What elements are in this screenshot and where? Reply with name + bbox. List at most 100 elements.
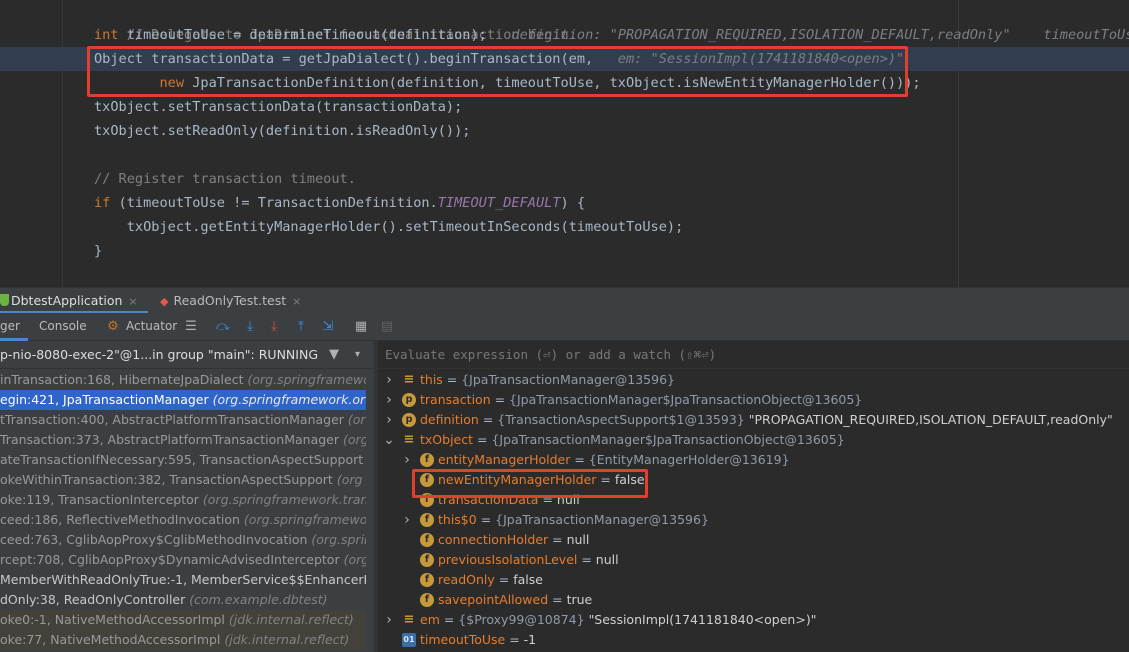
variable-text: readOnly = false — [438, 572, 543, 587]
code-text: txObject.setTransactionData(transactionD… — [94, 99, 463, 115]
variable-value: null — [566, 532, 590, 547]
variable-name: connectionHolder — [438, 532, 549, 547]
stack-frame[interactable]: ateTransactionIfNecessary:595, Transacti… — [0, 450, 366, 470]
variable-row[interactable]: f connectionHolder = null — [378, 530, 1129, 550]
inline-debug-value: definition: "PROPAGATION_REQUIRED,ISOLAT… — [511, 27, 1129, 43]
filter-icon[interactable]: ▼ — [329, 347, 339, 362]
stack-frame[interactable]: oke:119, TransactionInterceptor (org.spr… — [0, 490, 366, 510]
thread-selector[interactable]: p-nio-8080-exec-2"@1...in group "main": … — [0, 341, 376, 369]
force-step-into-icon[interactable]: ⤓ — [266, 319, 282, 335]
frame-method: oke:119, TransactionInterceptor — [0, 492, 199, 507]
junit-icon: ◆ — [160, 295, 169, 308]
tab-read-only-test[interactable]: ◆ ReadOnlyTest.test × — [160, 288, 301, 314]
chevron-down-icon[interactable]: ▾ — [355, 349, 360, 360]
chevron-right-icon[interactable]: › — [401, 510, 413, 530]
step-out-icon[interactable]: ⤒ — [293, 319, 309, 335]
variable-row[interactable]: › p definition = {TransactionAspectSupport… — [378, 410, 1129, 430]
variable-row[interactable]: f readOnly = false — [378, 570, 1129, 590]
stack-frame[interactable]: oke0:-1, NativeMethodAccessorImpl (jdk.i… — [0, 610, 366, 630]
variable-row[interactable]: › f this$0 = {JpaTransactionManager@13596} — [378, 510, 1129, 530]
frame-package: (org — [343, 552, 366, 567]
variable-row[interactable]: 01 timeoutToUse = -1 — [378, 630, 1129, 650]
variable-name: savepointAllowed — [438, 592, 549, 607]
stack-frame[interactable]: rcept:708, CglibAopProxy$DynamicAdvisedI… — [0, 550, 366, 570]
code-line-6[interactable]: txObject.setReadOnly(definition.isReadOn… — [94, 119, 470, 143]
tab-console[interactable]: Console — [39, 313, 87, 341]
code-comment: // Register transaction timeout. — [94, 171, 356, 187]
parameter-icon: p — [402, 413, 416, 427]
local-variable-icon: ≡ — [403, 372, 415, 387]
code-line-8[interactable]: // Register transaction timeout. — [94, 167, 356, 191]
stack-frame[interactable]: ceed:186, ReflectiveMethodInvocation (or… — [0, 510, 366, 530]
code-keyword: if — [94, 195, 111, 211]
variable-value: -1 — [523, 632, 537, 647]
frame-method: ceed:186, ReflectiveMethodInvocation — [0, 512, 240, 527]
variable-name: entityManagerHolder — [438, 452, 571, 467]
stack-frame[interactable]: egin:421, JpaTransactionManager (org.spr… — [0, 390, 366, 410]
variable-row[interactable]: › ≡ this = {JpaTransactionManager@13596} — [378, 370, 1129, 390]
chevron-right-icon[interactable]: › — [383, 410, 395, 430]
variable-name: this — [420, 372, 443, 387]
code-editor[interactable]: // Delegate to JpaDialect for actual tra… — [0, 0, 1129, 287]
variable-row[interactable]: ⌄ ≡ txObject = {JpaTransactionManager$JpaT… — [378, 430, 1129, 450]
stack-frame[interactable]: ceed:763, CglibAopProxy$CglibMethodInvoc… — [0, 530, 366, 550]
variable-type: {JpaTransactionManager$JpaTransactionObj… — [509, 392, 863, 407]
tab-actuator[interactable]: Actuator — [126, 313, 177, 341]
frame-method: dOnly:38, ReadOnlyController — [0, 592, 186, 607]
layout-icon[interactable]: ☰ — [183, 319, 199, 335]
variable-text: this$0 = {JpaTransactionManager@13596} — [438, 512, 709, 527]
code-line-2[interactable]: int timeoutToUse = determineTimeout(defi… — [94, 23, 1129, 47]
code-keyword: int — [94, 27, 119, 43]
stack-frame[interactable]: tTransaction:400, AbstractPlatformTransa… — [0, 410, 366, 430]
code-line-11[interactable]: } — [94, 239, 102, 263]
stack-frame[interactable]: Transaction:373, AbstractPlatformTransac… — [0, 430, 366, 450]
frame-package: (org — [347, 412, 366, 427]
chevron-down-icon[interactable]: ⌄ — [383, 430, 395, 450]
variable-text: timeoutToUse = -1 — [420, 632, 537, 647]
tab-debugger[interactable]: ger — [0, 313, 28, 341]
frame-method: tTransaction:400, AbstractPlatformTransa… — [0, 412, 344, 427]
code-text: timeoutToUse = determineTimeout(definiti… — [118, 27, 487, 43]
close-icon[interactable]: × — [128, 295, 137, 308]
variable-row[interactable]: f savepointAllowed = true — [378, 590, 1129, 610]
frame-method: inTransaction:168, HibernateJpaDialect — [0, 372, 244, 387]
evaluate-expression-input[interactable]: Evaluate expression (⏎) or add a watch (… — [378, 341, 1129, 369]
variable-name: this$0 — [438, 512, 477, 527]
chevron-right-icon[interactable]: › — [383, 390, 395, 410]
run-to-cursor-icon[interactable]: ⇲ — [320, 319, 336, 335]
stack-frame[interactable]: inTransaction:168, HibernateJpaDialect (… — [0, 370, 366, 390]
chevron-right-icon[interactable]: › — [383, 370, 395, 390]
evaluate-icon[interactable]: ▦ — [353, 319, 369, 335]
step-over-icon[interactable]: ⤼ — [215, 319, 231, 335]
stack-frame[interactable]: okeWithinTransaction:382, TransactionAsp… — [0, 470, 366, 490]
variable-row[interactable]: › f entityManagerHolder = {EntityManagerHo… — [378, 450, 1129, 470]
code-text: ) { — [560, 195, 586, 211]
chevron-right-icon[interactable]: › — [383, 610, 395, 630]
tab-dbtest-application[interactable]: DbtestApplication × — [0, 288, 148, 314]
code-text: txObject.getEntityManagerHolder().setTim… — [126, 219, 684, 235]
code-line-10[interactable]: txObject.getEntityManagerHolder().setTim… — [94, 215, 684, 239]
code-line-1[interactable]: // Delegate to JpaDialect for actual tra… — [94, 0, 577, 43]
field-icon: f — [420, 533, 434, 547]
code-line-5[interactable]: txObject.setTransactionData(transactionD… — [94, 95, 462, 119]
chevron-right-icon[interactable]: › — [401, 450, 413, 470]
frame-method: ceed:763, CglibAopProxy$CglibMethodInvoc… — [0, 532, 308, 547]
variable-type: {JpaTransactionManager@13596} — [461, 372, 675, 387]
stack-frame[interactable]: dOnly:38, ReadOnlyController (com.exampl… — [0, 590, 366, 610]
step-into-icon[interactable]: ⤓ — [242, 319, 258, 335]
variable-row[interactable]: › p transaction = {JpaTransactionManager$J… — [378, 390, 1129, 410]
stack-frame[interactable]: MemberWithReadOnlyTrue:-1, MemberService… — [0, 570, 366, 590]
field-icon: f — [420, 573, 434, 587]
variable-row[interactable]: › ≡ em = {$Proxy99@10874} "SessionImpl(174… — [378, 610, 1129, 630]
variable-row[interactable]: f previousIsolationLevel = null — [378, 550, 1129, 570]
thread-label: p-nio-8080-exec-2"@1...in group "main": … — [0, 347, 319, 362]
variable-text: this = {JpaTransactionManager@13596} — [420, 372, 675, 387]
variable-name: readOnly — [438, 572, 495, 587]
close-icon[interactable]: × — [292, 295, 301, 308]
frame-package: (org.springframewor — [243, 512, 366, 527]
gutter-divider — [62, 0, 63, 287]
variable-name: transaction — [420, 392, 491, 407]
frame-method: MemberWithReadOnlyTrue:-1, MemberService… — [0, 572, 366, 587]
stack-frame[interactable]: oke:77, NativeMethodAccessorImpl (jdk.in… — [0, 630, 366, 650]
code-line-9[interactable]: if (timeoutToUse != TransactionDefinitio… — [94, 191, 585, 215]
